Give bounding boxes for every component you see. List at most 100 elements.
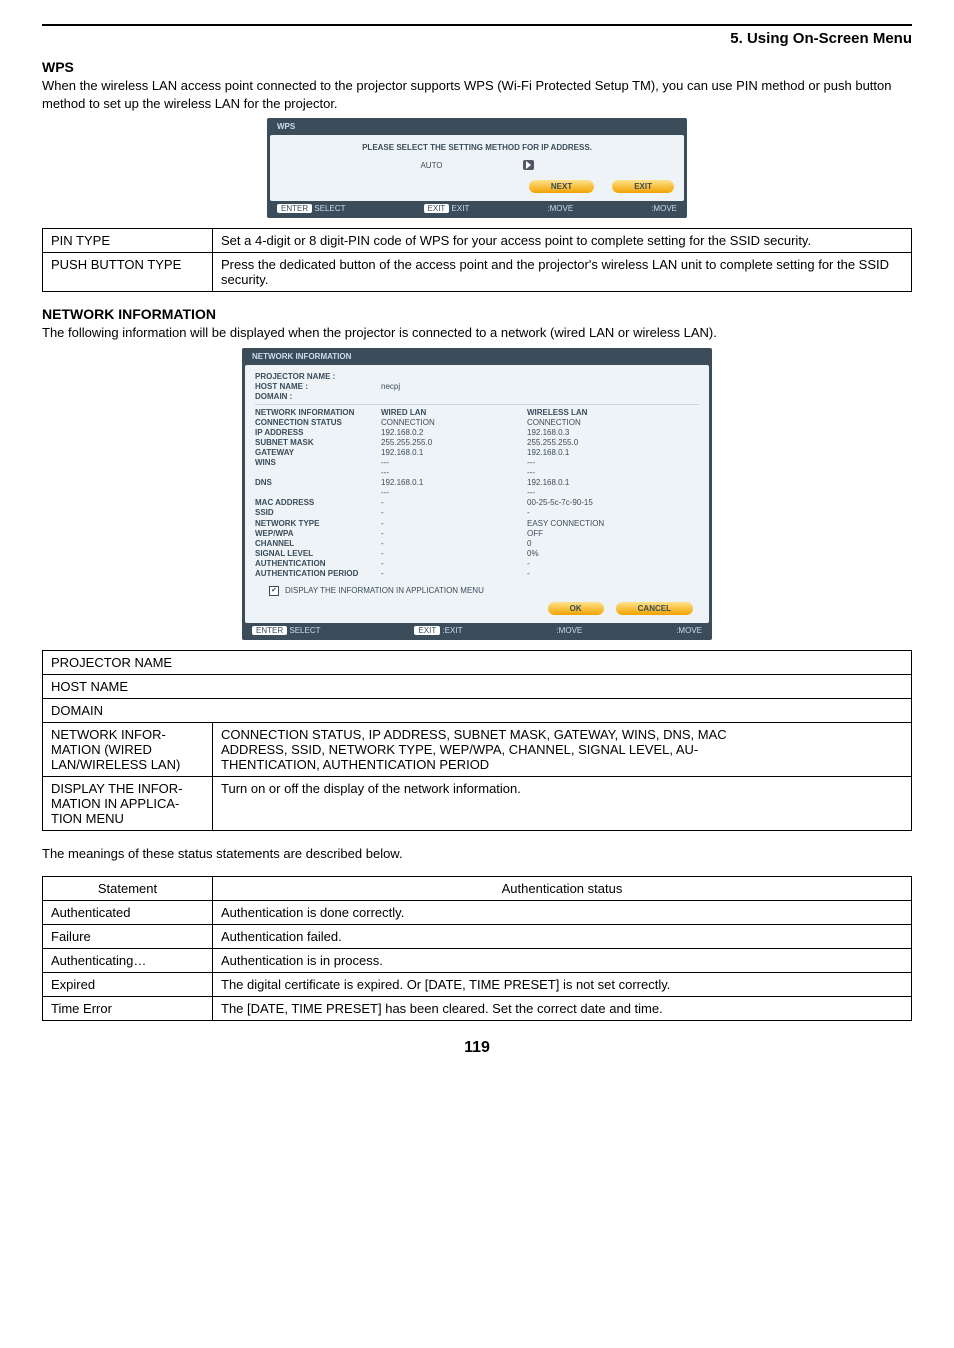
status-desc: Authentication is in process. (213, 949, 912, 973)
ni-row-label: IP ADDRESS (255, 428, 375, 437)
push-button-desc: Press the dedicated button of the access… (213, 253, 912, 292)
ni-row-wired: - (381, 519, 521, 528)
status-table: Statement Authentication status Authenti… (42, 876, 912, 1021)
table-row: HOST NAME (43, 674, 912, 698)
ni-row-wired: --- (381, 488, 521, 497)
page-number: 119 (42, 1039, 912, 1057)
ni-row-wired: 192.168.0.1 (381, 478, 521, 487)
ok-button[interactable]: OK (548, 602, 604, 615)
ni-row-wired: --- (381, 458, 521, 467)
host-name-row: HOST NAME (43, 674, 912, 698)
ni-row-label: AUTHENTICATION (255, 559, 375, 568)
status-label: Authenticated (43, 901, 213, 925)
ni-row-wireless: --- (527, 488, 667, 497)
status-desc: Authentication is done correctly. (213, 901, 912, 925)
footer-exit: EXIT (452, 204, 470, 213)
status-label: Expired (43, 973, 213, 997)
projector-name-label: PROJECTOR NAME : (255, 372, 375, 381)
ni-data-row: MAC ADDRESS-00-25-5c-7c-90-15 (255, 498, 699, 507)
ni-row-label: CONNECTION STATUS (255, 418, 375, 427)
next-button[interactable]: NEXT (529, 180, 594, 193)
domain-label: DOMAIN : (255, 392, 375, 401)
ni-row-wireless: - (527, 559, 667, 568)
ni-row-wired: - (381, 569, 521, 578)
ni-data-row: AUTHENTICATION PERIOD-- (255, 569, 699, 578)
ni-col-header: NETWORK INFORMATION (255, 408, 375, 417)
ni-row-wired: - (381, 508, 521, 517)
table-row: Authenticating…Authentication is in proc… (43, 949, 912, 973)
ni-row-label: SSID (255, 508, 375, 517)
ni-row-wired: CONNECTION (381, 418, 521, 427)
table-row: PIN TYPE Set a 4-digit or 8 digit-PIN co… (43, 229, 912, 253)
table-row: NETWORK INFOR- MATION (WIRED LAN/WIRELES… (43, 722, 912, 776)
ni-row-label: NETWORK TYPE (255, 519, 375, 528)
netinfo-heading: NETWORK INFORMATION (42, 306, 912, 322)
host-name-label: HOST NAME : (255, 382, 375, 391)
ni-row-wireless: --- (527, 468, 667, 477)
ni-row-wired: - (381, 498, 521, 507)
footer-select: SELECT (314, 204, 345, 213)
ni-row-wireless: --- (527, 458, 667, 467)
wps-dialog-message: PLEASE SELECT THE SETTING METHOD FOR IP … (280, 143, 674, 152)
status-intro: The meanings of these status statements … (42, 845, 912, 863)
ni-row-wireless: CONNECTION (527, 418, 667, 427)
status-desc: The [DATE, TIME PRESET] has been cleared… (213, 997, 912, 1021)
ni-row-label: MAC ADDRESS (255, 498, 375, 507)
ni-row-label: AUTHENTICATION PERIOD (255, 569, 375, 578)
ni-footer-move-v: :MOVE (556, 626, 582, 635)
ni-footer-move-h: :MOVE (676, 626, 702, 635)
display-info-checkbox[interactable]: ✔ (269, 586, 279, 596)
ni-data-row: SUBNET MASK255.255.255.0255.255.255.0 (255, 438, 699, 447)
ni-data-row: SSID-- (255, 508, 699, 517)
ni-row-wired: --- (381, 468, 521, 477)
wps-option-auto: AUTO (420, 161, 442, 170)
host-name-value: necpj (381, 382, 400, 391)
table-row: PROJECTOR NAME (43, 650, 912, 674)
ni-data-row: WEP/WPA-OFF (255, 529, 699, 538)
ni-data-row: IP ADDRESS192.168.0.2192.168.0.3 (255, 428, 699, 437)
ni-row-wireless: 00-25-5c-7c-90-15 (527, 498, 667, 507)
auth-status-header: Authentication status (213, 877, 912, 901)
ni-row-label: WEP/WPA (255, 529, 375, 538)
dropdown-icon[interactable] (523, 160, 534, 170)
netinfo-table: PROJECTOR NAME HOST NAME DOMAIN NETWORK … (42, 650, 912, 831)
table-row: PUSH BUTTON TYPE Press the dedicated but… (43, 253, 912, 292)
statement-header: Statement (43, 877, 213, 901)
footer-move-v: :MOVE (547, 204, 573, 213)
table-row: DISPLAY THE INFOR- MATION IN APPLICA- TI… (43, 776, 912, 830)
ni-row-wireless: 255.255.255.0 (527, 438, 667, 447)
netinfo-detail-desc: CONNECTION STATUS, IP ADDRESS, SUBNET MA… (213, 722, 912, 776)
domain-row: DOMAIN (43, 698, 912, 722)
ni-data-row: DNS192.168.0.1192.168.0.1 (255, 478, 699, 487)
table-row: ExpiredThe digital certificate is expire… (43, 973, 912, 997)
ni-row-label: SUBNET MASK (255, 438, 375, 447)
ni-data-row: GATEWAY192.168.0.1192.168.0.1 (255, 448, 699, 457)
wps-dialog: WPS PLEASE SELECT THE SETTING METHOD FOR… (267, 118, 687, 218)
ni-row-label: DNS (255, 478, 375, 487)
ni-data-row: CONNECTION STATUS CONNECTION CONNECTION (255, 418, 699, 427)
exit-button[interactable]: EXIT (612, 180, 674, 193)
ni-row-wired: - (381, 549, 521, 558)
footer-move-h: :MOVE (651, 204, 677, 213)
ni-data-row: WINS --- --- (255, 458, 699, 467)
ni-data-row: --- --- (255, 488, 699, 497)
network-info-dialog: NETWORK INFORMATION PROJECTOR NAME : HOS… (242, 348, 712, 640)
pin-type-label: PIN TYPE (43, 229, 213, 253)
netinfo-intro: The following information will be displa… (42, 324, 912, 342)
ni-row-wireless: 192.168.0.1 (527, 448, 667, 457)
display-info-row-label: DISPLAY THE INFOR- MATION IN APPLICA- TI… (43, 776, 213, 830)
status-label: Failure (43, 925, 213, 949)
ni-row-label: WINS (255, 458, 375, 467)
cancel-button[interactable]: CANCEL (616, 602, 693, 615)
table-row: DOMAIN (43, 698, 912, 722)
status-label: Time Error (43, 997, 213, 1021)
ni-row-wireless: 0 (527, 539, 667, 548)
chapter-header: 5. Using On-Screen Menu (42, 24, 912, 53)
wired-lan-header: WIRED LAN (381, 408, 521, 417)
ni-data-row: NETWORK TYPE-EASY CONNECTION (255, 519, 699, 528)
ni-row-label (255, 488, 375, 497)
status-label: Authenticating… (43, 949, 213, 973)
ni-row-wired: - (381, 559, 521, 568)
ni-row-label: CHANNEL (255, 539, 375, 548)
pin-type-desc: Set a 4-digit or 8 digit-PIN code of WPS… (213, 229, 912, 253)
